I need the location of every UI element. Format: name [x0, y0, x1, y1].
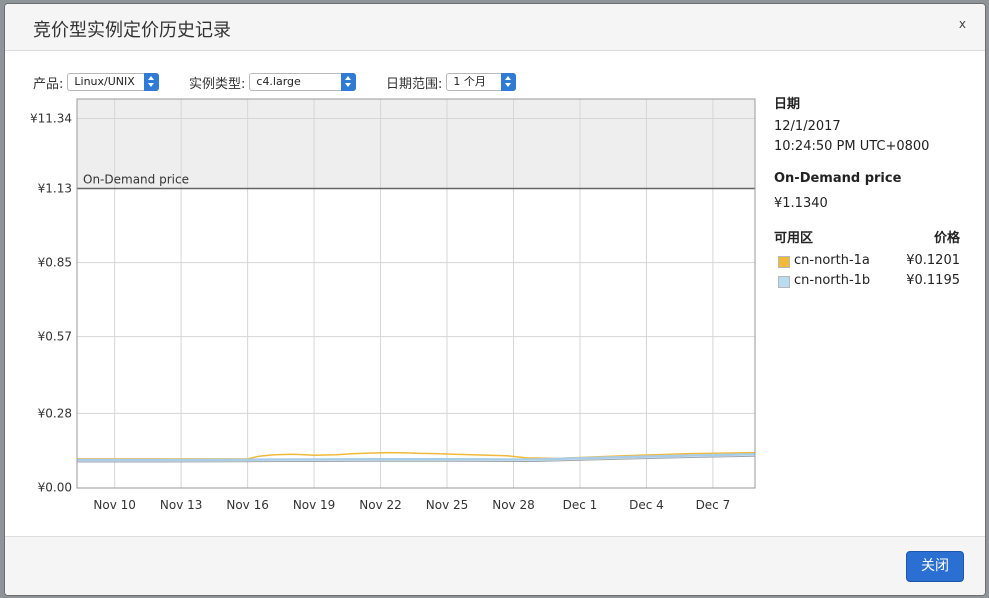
close-button[interactable]: 关闭 — [906, 551, 964, 582]
dialog-footer: 关闭 — [5, 536, 985, 595]
product-select[interactable]: Linux/UNIX — [67, 73, 160, 91]
dialog-header: 竞价型实例定价历史记录 x — [5, 4, 985, 51]
y-tick-label: ¥1.13 — [38, 182, 72, 196]
instance-type-filter: 实例类型: c4.large — [189, 72, 357, 92]
x-tick-label: Nov 22 — [359, 498, 402, 512]
select-arrows-icon — [341, 73, 357, 91]
zone-row[interactable]: cn-north-1b ¥0.1195 — [774, 273, 960, 291]
close-icon[interactable]: x — [959, 17, 966, 31]
on-demand-value: ¥1.1340 — [774, 196, 828, 211]
instance-type-select[interactable]: c4.large — [249, 73, 357, 91]
instance-type-label: 实例类型: — [189, 76, 246, 92]
date-range-filter: 日期范围: 1 个月 — [386, 72, 517, 92]
date-value: 12/1/2017 — [774, 119, 841, 134]
y-tick-label: ¥0.85 — [38, 256, 72, 270]
zone-name: cn-north-1a — [794, 253, 870, 268]
instance-type-select-value: c4.large — [256, 75, 301, 88]
x-tick-label: Nov 19 — [293, 498, 336, 512]
spot-price-history-dialog: 竞价型实例定价历史记录 x 产品: Linux/UNIX 实例类型: c4.la… — [5, 4, 985, 595]
date-range-select-value: 1 个月 — [453, 75, 486, 88]
product-label: 产品: — [33, 76, 64, 92]
price-column-header: 价格 — [933, 231, 960, 246]
date-heading: 日期 — [774, 97, 801, 112]
x-tick-label: Dec 1 — [563, 498, 598, 512]
select-arrows-icon — [144, 73, 160, 91]
y-tick-label: ¥11.34 — [30, 112, 72, 126]
zone-name: cn-north-1b — [794, 273, 871, 288]
legend-swatch — [778, 276, 790, 288]
price-chart-svg: ¥0.00 ¥0.28 ¥0.57 ¥0.85 ¥1.13 ¥11.34 Nov 10 Nov… — [30, 98, 756, 512]
select-arrows-icon — [501, 73, 517, 91]
filter-controls: 产品: Linux/UNIX 实例类型: c4.large 日期范围: 1 个月 — [33, 72, 733, 92]
y-tick-label: ¥0.28 — [38, 406, 72, 420]
x-tick-label: Dec 7 — [696, 498, 731, 512]
date-range-select[interactable]: 1 个月 — [446, 73, 517, 91]
x-tick-label: Nov 13 — [160, 498, 203, 512]
on-demand-heading: On-Demand price — [774, 171, 902, 186]
y-tick-label: ¥0.00 — [38, 481, 72, 495]
zone-column-header: 可用区 — [774, 231, 814, 246]
y-tick-label: ¥0.57 — [38, 330, 72, 344]
dialog-title: 竞价型实例定价历史记录 — [33, 20, 231, 41]
x-tick-label: Nov 16 — [226, 498, 269, 512]
zone-price: ¥0.1201 — [906, 253, 960, 268]
time-value: 10:24:50 PM UTC+0800 — [774, 139, 930, 154]
x-tick-label: Nov 28 — [492, 498, 535, 512]
product-select-value: Linux/UNIX — [74, 75, 135, 88]
product-filter: 产品: Linux/UNIX — [33, 72, 160, 92]
on-demand-label: On-Demand price — [83, 172, 189, 186]
date-range-label: 日期范围: — [386, 76, 443, 92]
x-tick-label: Nov 25 — [426, 498, 469, 512]
zone-table-header: 可用区 价格 — [774, 227, 960, 246]
zone-price: ¥0.1195 — [906, 273, 960, 288]
price-history-chart[interactable]: ¥0.00 ¥0.28 ¥0.57 ¥0.85 ¥1.13 ¥11.34 Nov 10 Nov… — [5, 94, 765, 524]
zone-row[interactable]: cn-north-1a ¥0.1201 — [774, 253, 960, 271]
legend-swatch — [778, 256, 790, 268]
x-tick-label: Nov 10 — [93, 498, 136, 512]
x-tick-label: Dec 4 — [629, 498, 664, 512]
